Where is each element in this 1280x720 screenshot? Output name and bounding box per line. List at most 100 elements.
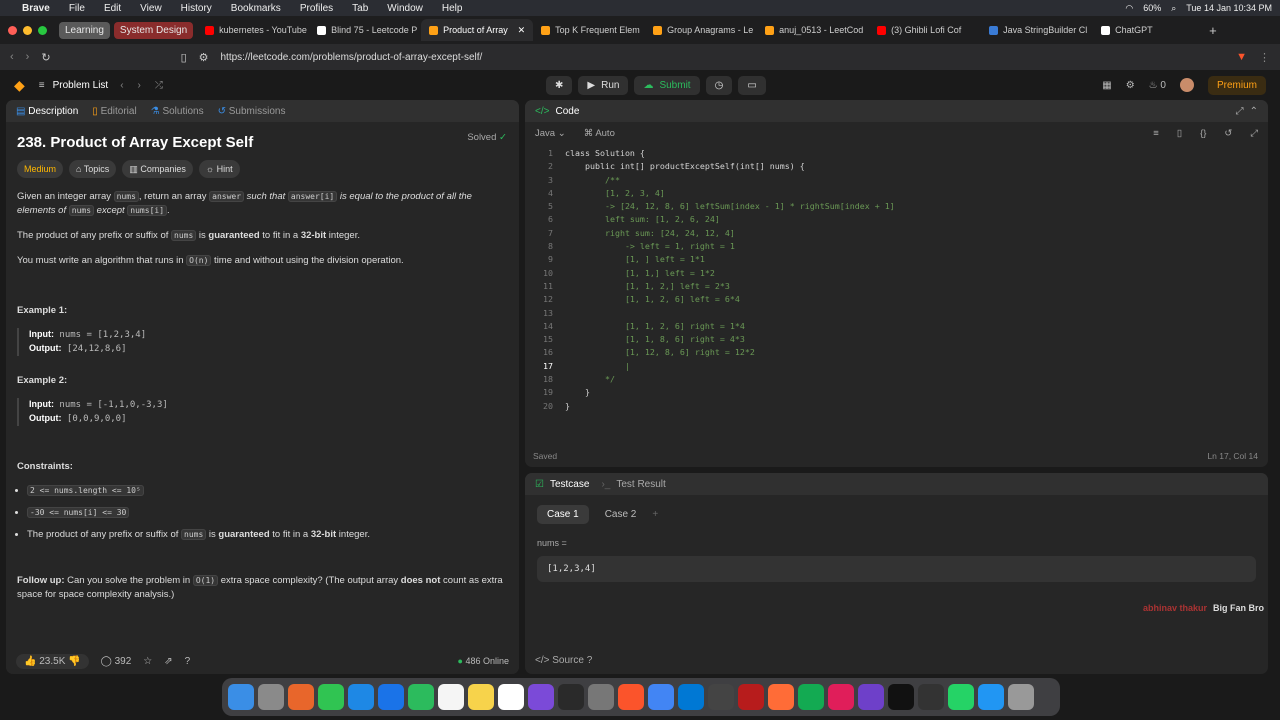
timer-button[interactable]: ◷ (705, 75, 733, 95)
firefox-icon[interactable] (288, 684, 314, 710)
menu-help[interactable]: Help (442, 3, 463, 14)
bookmark-icon[interactable]: ▯ (181, 51, 187, 64)
comments-button[interactable]: ◯ 392 (101, 656, 132, 667)
launchpad-icon[interactable] (258, 684, 284, 710)
tab-group-learning[interactable]: Learning (59, 21, 110, 39)
language-select[interactable]: Java ⌄ (535, 128, 566, 139)
tab[interactable]: kubernetes - YouTube (197, 19, 309, 41)
system-settings-icon[interactable] (588, 684, 614, 710)
streak-counter[interactable]: ♨ 0 (1149, 80, 1166, 91)
brave-icon[interactable] (618, 684, 644, 710)
notion-icon[interactable] (498, 684, 524, 710)
add-case-icon[interactable]: + (652, 509, 658, 520)
source-link[interactable]: </> Source ? (535, 655, 592, 666)
thumbs-down-icon[interactable]: 👎 (68, 656, 80, 667)
submit-button[interactable]: ☁ Submit (634, 75, 700, 95)
tab[interactable]: Blind 75 - Leetcode P (309, 19, 421, 41)
next-problem-icon[interactable]: › (138, 80, 141, 91)
topics-tag[interactable]: ⌂ Topics (69, 160, 117, 178)
slack-icon[interactable] (828, 684, 854, 710)
settings-gear-icon[interactable]: ⚙ (1126, 80, 1135, 91)
tab[interactable]: ChatGPT (1093, 19, 1205, 41)
menu-profiles[interactable]: Profiles (300, 3, 333, 14)
problem-title[interactable]: 238. Product of Array Except Self (17, 135, 508, 150)
downloads-icon[interactable] (978, 684, 1004, 710)
app-icon[interactable] (738, 684, 764, 710)
reset-icon[interactable]: ↺ (1224, 128, 1232, 139)
leetcode-logo-icon[interactable]: ◆ (14, 77, 25, 94)
github-icon[interactable] (858, 684, 884, 710)
url-field[interactable]: https://leetcode.com/problems/product-of… (221, 52, 1225, 63)
tab-solutions[interactable]: ⚗ Solutions (151, 106, 204, 117)
menu-app-name[interactable]: Brave (22, 3, 50, 14)
back-icon[interactable]: ‹ (10, 51, 14, 63)
messages-icon[interactable] (318, 684, 344, 710)
braces-icon[interactable]: {} (1200, 128, 1206, 139)
safari-icon[interactable] (378, 684, 404, 710)
menu-edit[interactable]: Edit (104, 3, 121, 14)
star-icon[interactable]: ☆ (143, 656, 152, 667)
mongodb-icon[interactable] (798, 684, 824, 710)
site-settings-icon[interactable]: ⚙ (199, 51, 209, 64)
list-icon[interactable]: ≡ (39, 80, 45, 91)
activity-monitor-icon[interactable] (558, 684, 584, 710)
postman-icon[interactable] (768, 684, 794, 710)
avatar[interactable] (1179, 78, 1194, 92)
app-icon[interactable] (708, 684, 734, 710)
notes-icon[interactable] (468, 684, 494, 710)
facetime-icon[interactable] (408, 684, 434, 710)
tab[interactable]: anuj_0513 - LeetCod (757, 19, 869, 41)
tab-active[interactable]: Product of Array ✕ (421, 19, 534, 41)
share-icon[interactable]: ⇗ (164, 656, 172, 667)
run-button[interactable]: ▶ Run (578, 75, 629, 95)
problem-list-link[interactable]: Problem List (53, 80, 109, 91)
menu-view[interactable]: View (140, 3, 162, 14)
wifi-icon[interactable]: ◠ (1125, 3, 1133, 14)
app-icon[interactable] (918, 684, 944, 710)
obsidian-icon[interactable] (528, 684, 554, 710)
tab-editorial[interactable]: ▯ Editorial (92, 106, 136, 117)
reload-icon[interactable]: ↻ (41, 51, 50, 64)
extensions-icon[interactable]: ⋮ (1259, 51, 1270, 64)
menu-file[interactable]: File (69, 3, 85, 14)
tab-test-result[interactable]: Test Result (616, 479, 665, 490)
tab[interactable]: Group Anagrams - Le (645, 19, 757, 41)
case-1-tab[interactable]: Case 1 (537, 505, 589, 524)
bookmark-icon[interactable]: ▯ (1177, 128, 1182, 139)
tab-description[interactable]: ▤ Description (16, 106, 78, 117)
debug-button[interactable]: ✱ (546, 75, 573, 95)
brave-shields-icon[interactable]: ▼ (1236, 51, 1247, 63)
tab[interactable]: Java StringBuilder Cl (981, 19, 1093, 41)
tab-submissions[interactable]: ↺ Submissions (218, 106, 286, 117)
tab-testcase[interactable]: Testcase (550, 479, 589, 490)
forward-icon[interactable]: › (26, 51, 30, 63)
battery-label[interactable]: 60% (1143, 3, 1161, 13)
search-icon[interactable]: ⌕ (1171, 3, 1176, 14)
layout-icon[interactable]: ▦ (1102, 80, 1111, 91)
case-2-tab[interactable]: Case 2 (605, 509, 637, 520)
format-icon[interactable]: ≡ (1153, 128, 1159, 139)
like-button[interactable]: 👍 23.5K 👎 (16, 653, 89, 669)
menu-history[interactable]: History (181, 3, 212, 14)
hint-tag[interactable]: ☼ Hint (198, 160, 240, 178)
whatsapp-icon[interactable] (948, 684, 974, 710)
vscode-icon[interactable] (678, 684, 704, 710)
minimize-window-button[interactable] (23, 25, 32, 35)
auto-mode[interactable]: ⌘ Auto (584, 128, 615, 139)
tab-group-system-design[interactable]: System Design (113, 21, 194, 39)
collapse-icon[interactable]: ⌃ (1250, 106, 1258, 117)
help-icon[interactable]: ? (185, 656, 191, 667)
maximize-icon[interactable]: ⤢ (1236, 106, 1244, 117)
nums-input[interactable]: [1,2,3,4] (537, 556, 1256, 582)
calendar-icon[interactable] (438, 684, 464, 710)
close-tab-icon[interactable]: ✕ (518, 25, 526, 36)
code-editor[interactable]: 1 class Solution { 2 public int[] product… (525, 144, 1268, 413)
finder-icon[interactable] (228, 684, 254, 710)
chrome-icon[interactable] (648, 684, 674, 710)
close-window-button[interactable] (8, 25, 17, 35)
notes-button[interactable]: ▭ (738, 75, 766, 95)
shuffle-icon[interactable]: ⤮ (155, 80, 163, 91)
tab[interactable]: (3) Ghibli Lofi Cof (869, 19, 981, 41)
prev-problem-icon[interactable]: ‹ (120, 80, 123, 91)
menu-bookmarks[interactable]: Bookmarks (231, 3, 281, 14)
